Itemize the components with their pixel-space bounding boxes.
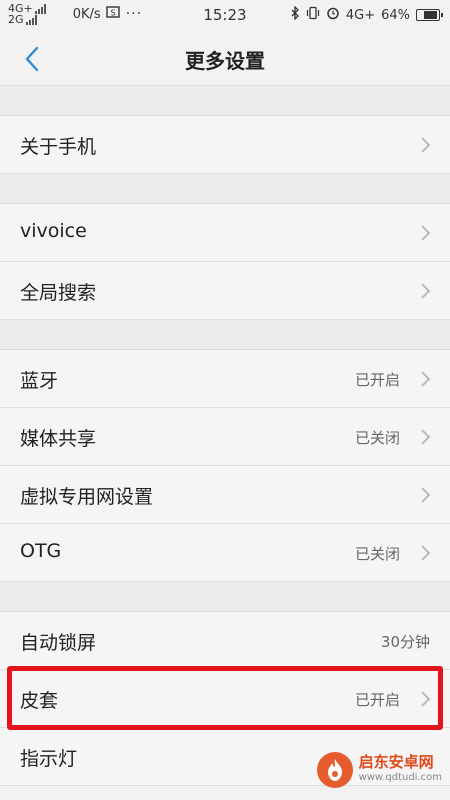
settings-item-label: 全局搜索 <box>20 282 97 304</box>
alarm-icon <box>326 6 340 24</box>
chevron-right-icon <box>418 485 432 505</box>
settings-item-label: OTG <box>20 540 62 562</box>
title-bar: 更多设置 <box>0 30 450 86</box>
page-title: 更多设置 <box>185 49 265 73</box>
chevron-right-icon <box>418 369 432 389</box>
settings-item-vpn[interactable]: 虚拟专用网设置 <box>0 466 450 524</box>
watermark-text: 启东安卓网 www.qdtudi.com <box>359 754 442 786</box>
settings-item-status: 已关闭 <box>354 545 400 563</box>
settings-item-status: 已开启 <box>354 371 400 389</box>
status-bar: 4G+ 2G 0K/s S ··· 15:23 4G+ 64% <box>0 0 450 30</box>
settings-item-status: 30分钟 <box>380 633 430 651</box>
flame-icon <box>316 752 353 788</box>
settings-item-status: 已开启 <box>354 691 400 709</box>
settings-item-global-search[interactable]: 全局搜索 <box>0 262 450 320</box>
watermark: 启东安卓网 www.qdtudi.com <box>316 752 442 788</box>
network-type-right: 4G+ <box>345 7 376 23</box>
chevron-right-icon <box>418 135 432 155</box>
chevron-right-icon <box>418 281 432 301</box>
settings-item-label: 指示灯 <box>20 748 78 770</box>
settings-item-label: 关于手机 <box>20 136 97 158</box>
battery-percent: 64% <box>381 7 410 23</box>
settings-item-label: vivoice <box>20 220 87 242</box>
section-divider <box>0 320 450 350</box>
settings-item-label: 蓝牙 <box>20 370 59 392</box>
chevron-right-icon <box>418 543 432 563</box>
watermark-url: www.qdtudi.com <box>358 772 442 783</box>
section-divider <box>0 174 450 204</box>
section-divider <box>0 86 450 116</box>
settings-item-label: 媒体共享 <box>20 428 97 450</box>
settings-item-label: 虚拟专用网设置 <box>20 486 154 508</box>
settings-item-bluetooth[interactable]: 蓝牙 已开启 <box>0 350 450 408</box>
settings-item-case[interactable]: 皮套 已开启 <box>0 670 450 728</box>
status-right: 4G+ 64% <box>284 5 443 24</box>
settings-item-label: 自动锁屏 <box>20 632 97 654</box>
settings-item-status: 已关闭 <box>354 429 400 447</box>
settings-list: 关于手机 vivoice 全局搜索 蓝牙 已开启 媒体共享 已关闭 虚拟专用网设… <box>0 86 450 786</box>
settings-item-media-share[interactable]: 媒体共享 已关闭 <box>0 408 450 466</box>
chevron-right-icon <box>418 427 432 447</box>
settings-item-label: 皮套 <box>20 690 59 712</box>
settings-item-auto-lock[interactable]: 自动锁屏 30分钟 <box>0 612 450 670</box>
chevron-right-icon <box>418 689 432 709</box>
watermark-title: 启东安卓网 <box>358 753 434 771</box>
chevron-right-icon <box>418 223 432 243</box>
settings-item-otg[interactable]: OTG 已关闭 <box>0 524 450 582</box>
bluetooth-icon <box>290 5 300 24</box>
section-divider <box>0 582 450 612</box>
settings-item-about-phone[interactable]: 关于手机 <box>0 116 450 174</box>
settings-item-vivoice[interactable]: vivoice <box>0 204 450 262</box>
vibrate-icon <box>306 6 320 24</box>
battery-icon <box>416 9 443 21</box>
